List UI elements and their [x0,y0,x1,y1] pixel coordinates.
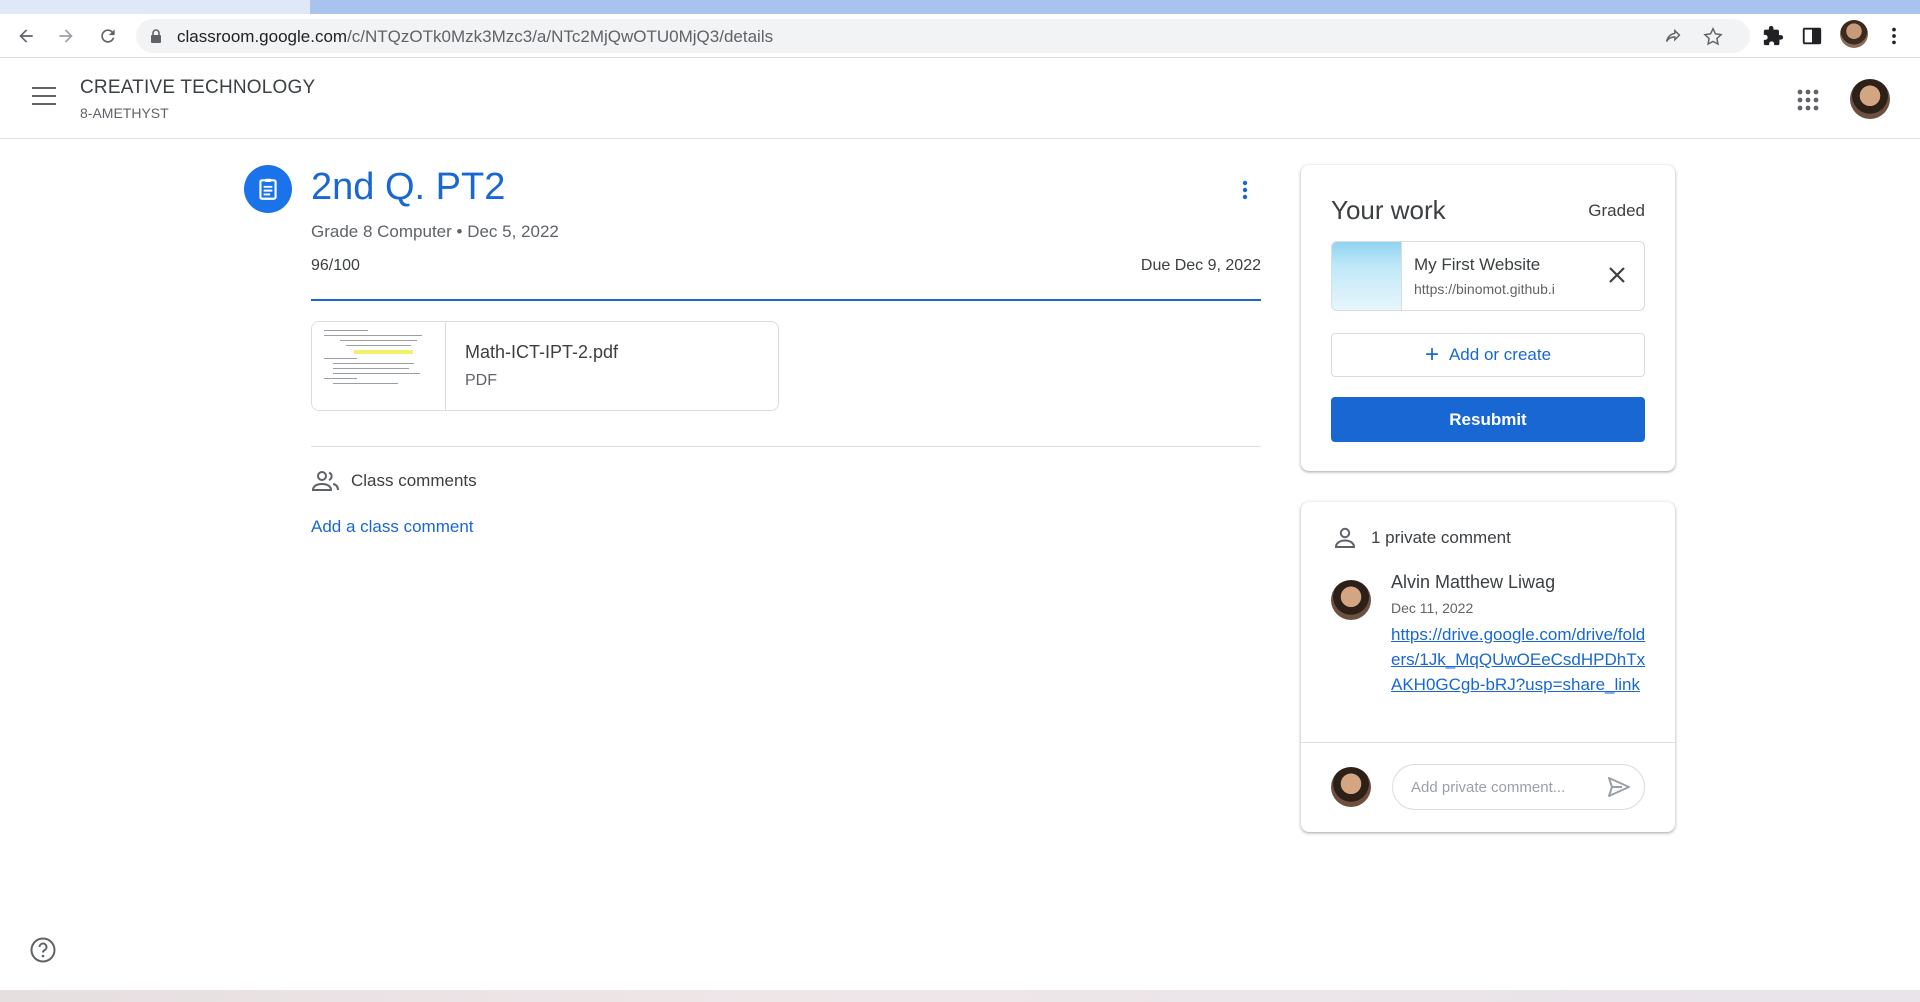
assignment-meta: Grade 8 Computer • Dec 5, 2022 [311,222,559,241]
person-icon [1334,527,1356,548]
private-comments-card: 1 private comment Alvin Matthew Liwag De… [1301,502,1675,832]
attachment-card[interactable]: Math-ICT-IPT-2.pdf PDF [311,321,779,411]
private-comment-count: 1 private comment [1371,528,1511,547]
submitted-link-url: https://binomot.github.i [1414,281,1555,297]
kebab-icon[interactable] [1883,25,1905,47]
back-icon[interactable] [12,22,40,50]
more-vert-icon[interactable] [1235,178,1255,202]
share-icon[interactable] [1662,26,1684,48]
os-taskbar [0,990,1920,1002]
class-name[interactable]: CREATIVE TECHNOLOGY [80,77,315,99]
extensions-icon[interactable] [1762,25,1784,47]
status-badge: Graded [1588,201,1645,220]
assignment-title: 2nd Q. PT2 [311,166,506,208]
comment-date: Dec 11, 2022 [1391,600,1474,616]
divider [311,299,1261,301]
assignment-points: 96/100 [311,257,360,274]
browser-toolbar: classroom.google.com/c/NTQzOTk0Mzk3Mzc3/… [0,14,1920,58]
tab-strip [0,0,1920,14]
divider [1301,742,1675,743]
classroom-header: CREATIVE TECHNOLOGY 8-AMETHYST [0,59,1920,139]
assignment-icon [244,165,292,213]
class-section: 8-AMETHYST [80,105,169,121]
tabs [310,0,1920,14]
url-host: classroom.google.com [177,27,348,46]
comment-link[interactable]: https://drive.google.com/drive/folders/1… [1391,622,1651,697]
plus-icon: + [1424,341,1439,368]
divider [311,446,1261,447]
reload-icon[interactable] [94,22,122,50]
attachment-name: Math-ICT-IPT-2.pdf [465,342,619,362]
submitted-link-card[interactable]: My First Website https://binomot.github.… [1331,241,1645,311]
close-icon[interactable] [1606,264,1628,286]
resubmit-button[interactable]: Resubmit [1331,397,1645,442]
comment-author: Alvin Matthew Liwag [1391,572,1556,592]
sidepanel-icon[interactable] [1801,25,1823,47]
user-avatar[interactable] [1850,79,1890,119]
forward-icon[interactable] [52,22,80,50]
hamburger-icon[interactable] [32,87,56,105]
add-or-create-button[interactable]: + Add or create [1331,333,1645,377]
people-icon [311,471,339,491]
assignment-due-date: Due Dec 9, 2022 [1140,257,1261,274]
url-text: classroom.google.com/c/NTQzOTk0Mzk3Mzc3/… [177,27,773,47]
link-thumbnail [1332,242,1402,310]
chrome-profile-avatar[interactable] [1840,20,1868,48]
send-icon[interactable] [1606,775,1632,799]
address-bar[interactable]: classroom.google.com/c/NTQzOTk0Mzk3Mzc3/… [136,19,1750,53]
url-path: /c/NTQzOTk0Mzk3Mzc3/a/NTc2MjQwOTU0MjQ3/d… [347,27,774,46]
submitted-link-title: My First Website [1414,255,1541,274]
help-icon[interactable] [29,936,57,964]
attachment-thumbnail [312,322,446,410]
lock-icon[interactable] [150,29,162,43]
avatar [1331,580,1371,620]
attachment-type: PDF [465,372,497,389]
apps-icon[interactable] [1797,89,1819,111]
your-work-card: Your work Graded My First Website https:… [1301,165,1675,471]
your-work-title: Your work [1331,195,1446,225]
avatar [1331,767,1371,807]
add-or-create-label: Add or create [1448,345,1552,364]
add-class-comment-link[interactable]: Add a class comment [311,517,474,537]
star-icon[interactable] [1702,26,1724,48]
class-comments-label: Class comments [351,471,477,490]
